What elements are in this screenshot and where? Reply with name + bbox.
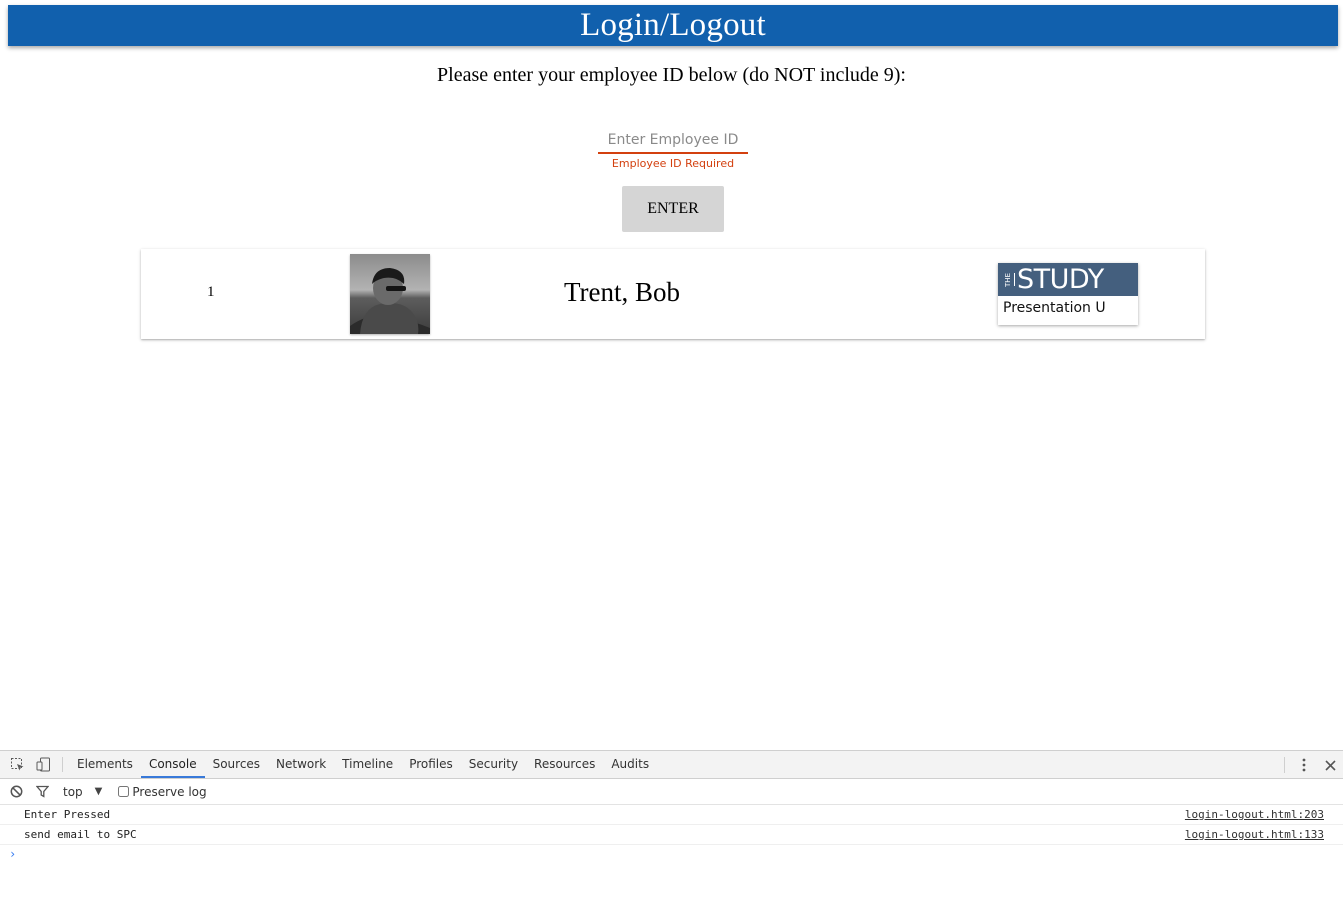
brand-title: STUDY <box>1017 264 1104 295</box>
employee-photo <box>350 254 430 334</box>
page-title: Login/Logout <box>580 7 766 43</box>
page-header: Login/Logout <box>8 5 1338 46</box>
preserve-log-label: Preserve log <box>132 784 207 799</box>
toolbar-divider <box>62 757 63 772</box>
console-message-text: Enter Pressed <box>24 808 111 821</box>
tab-audits[interactable]: Audits <box>603 751 657 778</box>
brand-logo: THE STUDY Presentation U <box>998 263 1138 325</box>
preserve-log-option[interactable]: Preserve log <box>118 784 207 799</box>
more-options-icon[interactable] <box>1291 751 1317 779</box>
clear-console-icon[interactable] <box>3 785 29 798</box>
console-message-source[interactable]: login-logout.html:203 <box>1185 808 1324 821</box>
tab-sources[interactable]: Sources <box>205 751 268 778</box>
enter-button[interactable]: ENTER <box>622 186 724 232</box>
inspect-element-icon[interactable] <box>4 751 30 778</box>
brand-prefix: THE <box>1004 272 1015 287</box>
devtools-window-controls <box>1284 751 1343 779</box>
tab-profiles[interactable]: Profiles <box>401 751 461 778</box>
console-message: Enter Pressed login-logout.html:203 <box>0 805 1343 825</box>
device-mode-icon[interactable] <box>30 751 56 778</box>
employee-photo-image <box>350 254 430 334</box>
devtools-tabbar: Elements Console Sources Network Timelin… <box>0 751 1343 779</box>
tab-resources[interactable]: Resources <box>526 751 603 778</box>
tab-timeline[interactable]: Timeline <box>334 751 401 778</box>
employee-record-card: 1 Trent, Bob THE STUDY Presentation U <box>141 249 1205 339</box>
console-message-text: send email to SPC <box>24 828 137 841</box>
context-selector[interactable]: top <box>63 785 83 799</box>
devtools-panel: Elements Console Sources Network Timelin… <box>0 750 1343 905</box>
tab-security[interactable]: Security <box>461 751 526 778</box>
brand-prefix-text: THE <box>1004 272 1012 287</box>
chevron-down-icon[interactable]: ▼ <box>95 786 103 797</box>
tab-console[interactable]: Console <box>140 751 205 778</box>
employee-id-field: Employee ID Required <box>598 128 748 170</box>
brand-subtitle: Presentation U <box>1003 300 1106 316</box>
login-instructions: Please enter your employee ID below (do … <box>437 64 906 86</box>
controls-divider <box>1284 757 1285 773</box>
close-icon[interactable] <box>1317 751 1343 779</box>
console-prompt[interactable]: › <box>0 845 1343 861</box>
employee-name: Trent, Bob <box>564 277 681 307</box>
employee-id-input[interactable] <box>598 128 748 154</box>
record-number: 1 <box>207 284 215 300</box>
console-message: send email to SPC login-logout.html:133 <box>0 825 1343 845</box>
console-message-source[interactable]: login-logout.html:133 <box>1185 828 1324 841</box>
tab-elements[interactable]: Elements <box>69 751 141 778</box>
preserve-log-checkbox[interactable] <box>118 786 130 797</box>
console-toolbar: top ▼ Preserve log <box>0 779 1343 805</box>
filter-icon[interactable] <box>29 785 55 798</box>
employee-id-error: Employee ID Required <box>611 157 735 170</box>
brand-banner: THE STUDY <box>998 263 1138 296</box>
tab-network[interactable]: Network <box>268 751 334 778</box>
